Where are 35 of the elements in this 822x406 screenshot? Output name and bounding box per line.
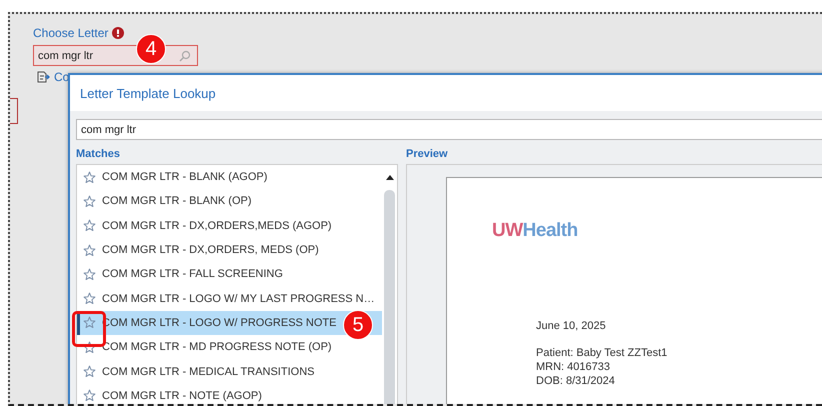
panel-edge (10, 98, 18, 124)
star-icon[interactable] (83, 365, 96, 378)
list-item[interactable]: COM MGR LTR - BLANK (AGOP) (77, 165, 382, 190)
letter-date: June 10, 2025 (536, 320, 607, 332)
letter-text: Patient: Baby Test ZZTest1 (536, 346, 668, 360)
dialog-title: Letter Template Lookup (70, 75, 822, 111)
field-label: Choose Letter (33, 26, 108, 40)
list-item[interactable]: COM MGR LTR - BLANK (OP) (77, 189, 382, 214)
list-item[interactable]: COM MGR LTR - DX,ORDERS,MEDS (AGOP) (77, 214, 382, 238)
star-icon[interactable] (83, 219, 96, 232)
list-item[interactable]: COM MGR LTR - LOGO W/ MY LAST PROGRESS N… (77, 286, 382, 311)
section-heading: Matches (76, 148, 122, 162)
letter-text: DOB: 8/31/2024 (536, 374, 616, 388)
list-item[interactable]: COM MGR LTR - DX,ORDERS, MEDS (OP) (77, 238, 382, 262)
star-icon[interactable] (83, 389, 96, 402)
star-icon[interactable] (83, 170, 96, 184)
search-field[interactable]: com mgr ltr (76, 119, 822, 140)
logo-text: UW (492, 220, 523, 241)
list-item[interactable]: COM MGR LTR - MEDICAL TRANSITIONS (77, 359, 382, 384)
star-icon[interactable] (83, 316, 96, 330)
section-heading: Preview (406, 148, 449, 162)
step-callout-tooltip: 4 (136, 34, 166, 64)
star-icon[interactable] (83, 292, 96, 306)
document-arrow-icon (37, 71, 51, 83)
search-icon (179, 50, 191, 62)
letter-text: MRN: 4016733 (536, 360, 611, 374)
logo-text: Health (522, 220, 578, 241)
star-icon[interactable] (83, 244, 96, 257)
list-item[interactable]: COM MGR LTR - NOTE (AGOP) (77, 384, 382, 404)
list-item[interactable]: COM MGR LTR - FALL SCREENING (77, 262, 382, 286)
scroll-thumb[interactable] (384, 190, 395, 404)
star-icon[interactable] (83, 340, 96, 354)
scroll-up-icon[interactable] (386, 175, 394, 180)
star-icon[interactable] (83, 194, 96, 208)
star-icon[interactable] (83, 268, 96, 281)
